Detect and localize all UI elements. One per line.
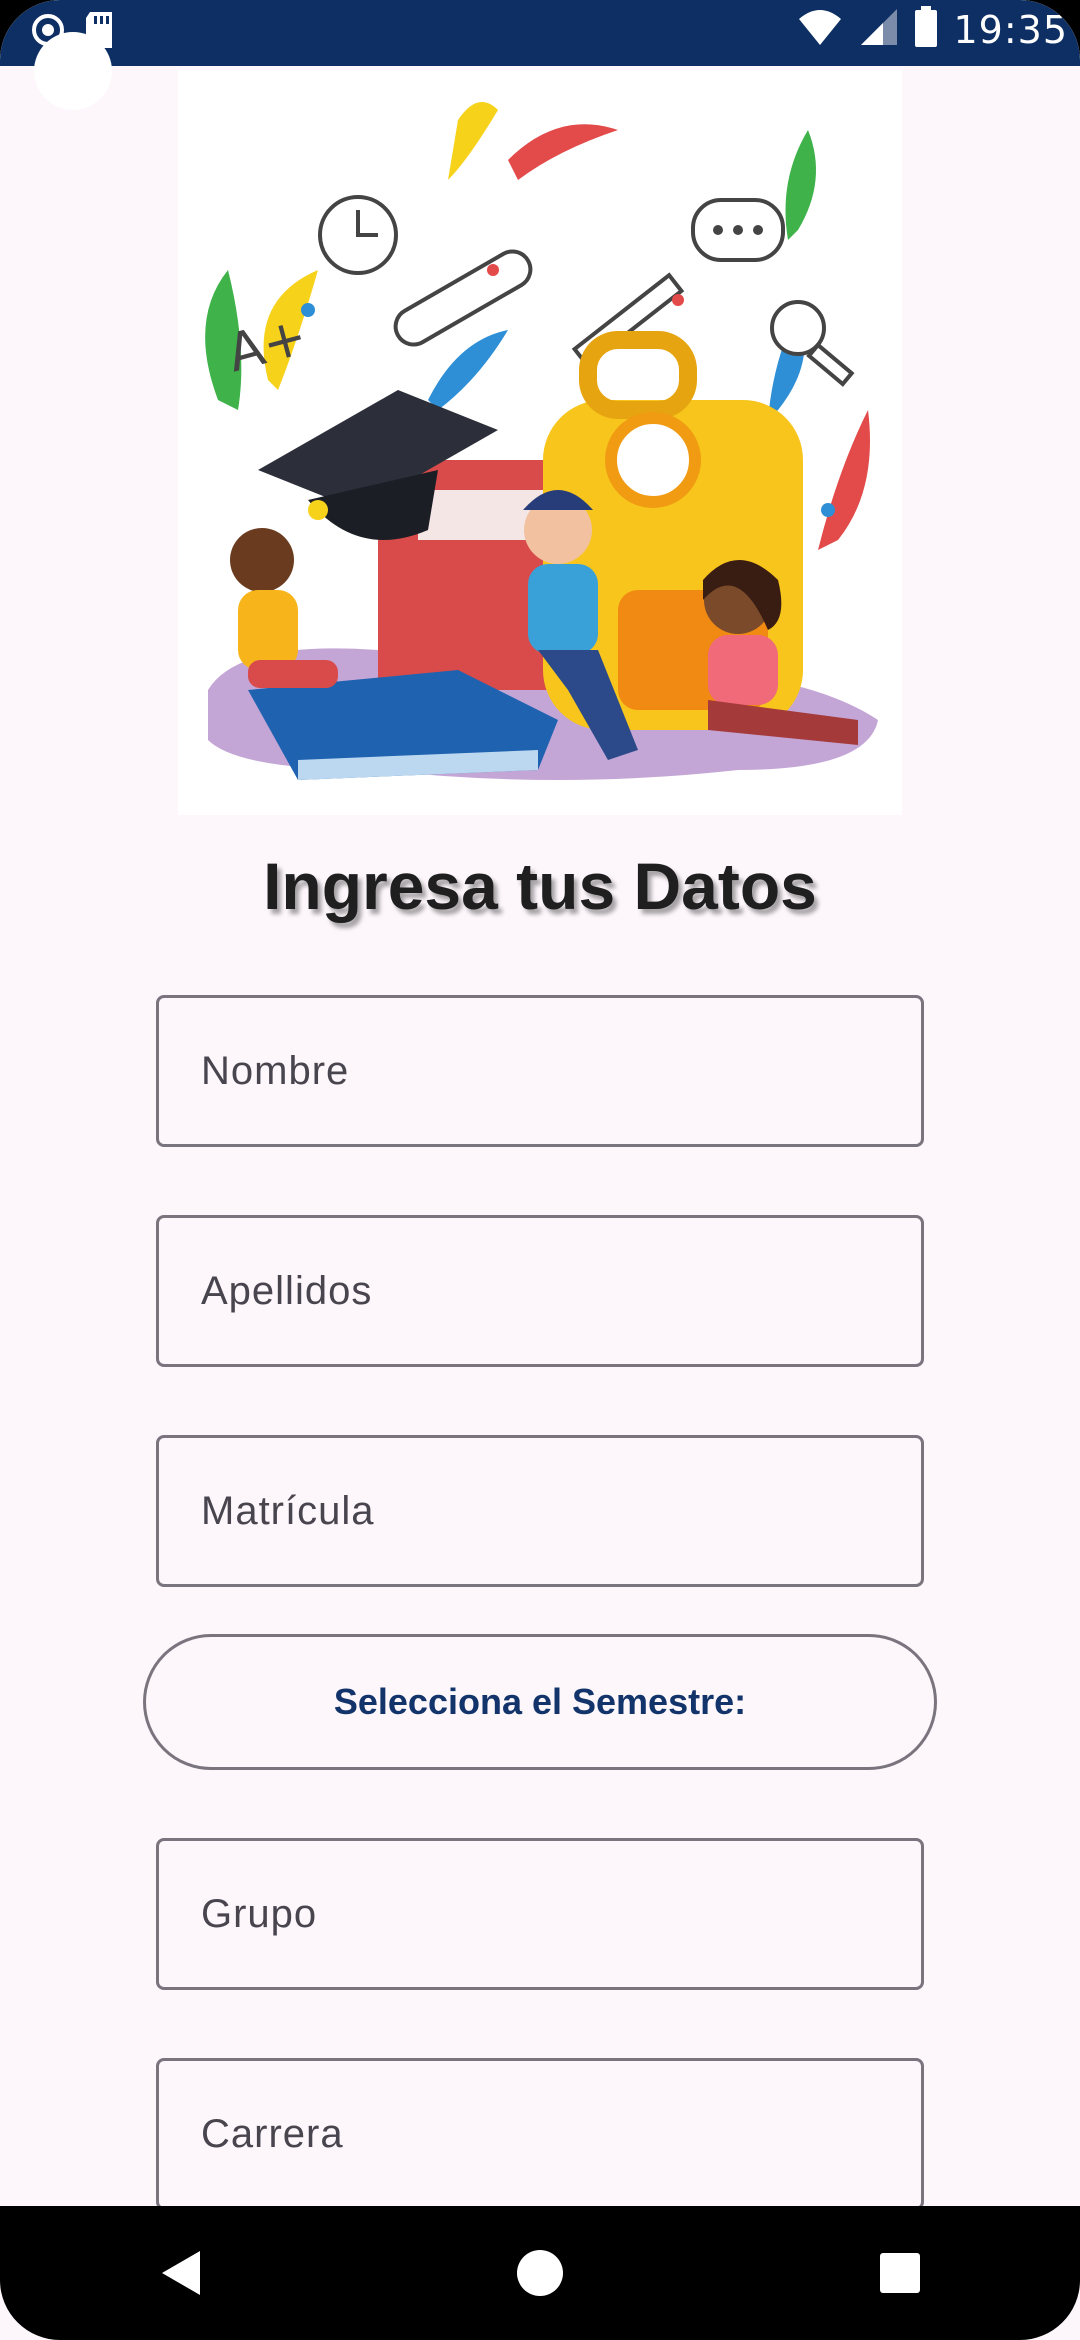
apellidos-field[interactable] (156, 1215, 924, 1367)
wifi-icon (797, 7, 843, 52)
floating-overlay-bubble[interactable] (34, 32, 112, 110)
apellidos-input[interactable] (159, 1218, 921, 1364)
recents-icon (880, 2253, 920, 2293)
carrera-input[interactable] (159, 2061, 921, 2207)
app-screen: 19:35 A+ Ingresa tus Datos Nombre Apelli… (0, 0, 1080, 2340)
status-bar: 19:35 (0, 0, 1080, 66)
grupo-field[interactable] (156, 1838, 924, 1990)
home-icon (517, 2250, 563, 2296)
navigation-bar (0, 2206, 1080, 2340)
matricula-input[interactable] (159, 1438, 921, 1584)
hero-illustration: A+ (178, 70, 902, 815)
nombre-input[interactable] (159, 998, 921, 1144)
matricula-field[interactable] (156, 1435, 924, 1587)
grupo-input[interactable] (159, 1841, 921, 1987)
status-time: 19:35 (953, 7, 1068, 52)
form-title: Ingresa tus Datos (263, 849, 817, 923)
select-semester-label: Selecciona el Semestre: (333, 1681, 747, 1722)
select-semester-button[interactable]: Selecciona el Semestre: (143, 1634, 937, 1770)
carrera-field[interactable] (156, 2058, 924, 2210)
recents-button[interactable] (855, 2228, 945, 2318)
nombre-field[interactable] (156, 995, 924, 1147)
back-button[interactable] (135, 2228, 225, 2318)
home-button[interactable] (495, 2228, 585, 2318)
signal-icon (857, 7, 899, 52)
battery-icon (913, 6, 939, 53)
back-icon (162, 2251, 200, 2295)
